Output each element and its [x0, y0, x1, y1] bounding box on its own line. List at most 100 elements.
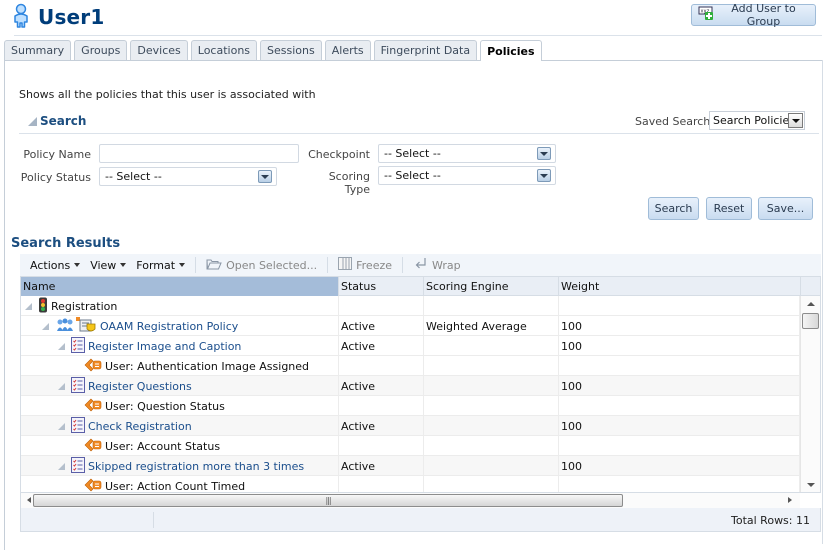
cell-scoring-engine: [424, 356, 559, 376]
table-footer: Total Rows: 11: [20, 508, 821, 532]
tab-groups[interactable]: Groups: [74, 40, 128, 60]
policy-name-input[interactable]: [99, 144, 299, 163]
scroll-left-arrow-icon[interactable]: [27, 497, 31, 503]
table-row[interactable]: Register Questions Active 100: [21, 376, 800, 396]
traffic-light-icon: [38, 297, 48, 316]
chevron-down-icon[interactable]: [258, 170, 272, 183]
table-row[interactable]: User: Account Status: [21, 436, 800, 456]
table-row[interactable]: User: Question Status: [21, 396, 800, 416]
tab-sessions[interactable]: Sessions: [260, 40, 322, 60]
row-name: User: Account Status: [105, 439, 221, 453]
scroll-up-arrow-icon[interactable]: [807, 302, 815, 306]
caret-down-icon: [120, 263, 127, 267]
collapse-triangle-icon: [28, 116, 37, 126]
horizontal-scroll-thumb[interactable]: |||: [33, 494, 623, 507]
dropdown-arrow-icon[interactable]: [788, 113, 803, 128]
tab-locations[interactable]: Locations: [190, 40, 258, 60]
table-row[interactable]: User: Action Count Timed: [21, 476, 800, 493]
row-name-link[interactable]: Check Registration: [88, 420, 192, 433]
column-header-filler: [801, 277, 820, 296]
checkpoint-select[interactable]: -- Select --: [378, 144, 556, 163]
search-results-title: Search Results: [11, 236, 121, 251]
expand-collapse-icon[interactable]: [42, 322, 49, 330]
column-header-name[interactable]: Name: [21, 277, 339, 296]
policy-icon: [55, 316, 97, 336]
tab-summary[interactable]: Summary: [4, 40, 72, 60]
expand-collapse-icon[interactable]: [25, 302, 32, 310]
cell-scoring-engine: [424, 416, 559, 436]
toolbar-separator: [327, 257, 329, 273]
results-table: Name Status Scoring Engine Weight Regist…: [20, 276, 821, 493]
freeze-button[interactable]: Freeze: [333, 257, 397, 273]
column-header-status[interactable]: Status: [339, 277, 424, 296]
cell-weight: [559, 436, 800, 456]
policy-status-value: -- Select --: [105, 170, 162, 183]
expand-collapse-icon[interactable]: [58, 382, 65, 390]
results-toolbar: Actions View Format Open Selected... Fre…: [20, 254, 821, 276]
save-button[interactable]: Save...: [758, 197, 813, 220]
saved-search-value: Search Policies: [713, 114, 795, 127]
chevron-down-icon[interactable]: [537, 147, 551, 160]
table-row[interactable]: Registration: [21, 296, 800, 316]
column-header-weight[interactable]: Weight: [559, 277, 801, 296]
scoring-type-value: -- Select --: [384, 169, 441, 182]
cell-status: Active: [339, 456, 424, 476]
table-row[interactable]: Skipped registration more than 3 times Ac…: [21, 456, 800, 476]
table-row[interactable]: Check Registration Active 100: [21, 416, 800, 436]
expand-collapse-icon[interactable]: [58, 462, 65, 470]
search-button[interactable]: Search: [648, 197, 699, 220]
add-user-to-group-button[interactable]: xyz Add User to Group: [691, 2, 816, 28]
condition-icon: [84, 398, 102, 415]
chevron-down-icon[interactable]: [537, 169, 551, 182]
search-section-toggle[interactable]: Search: [28, 114, 86, 128]
row-name-link[interactable]: Skipped registration more than 3 times: [88, 460, 304, 473]
tab-bar: Summary Groups Devices Locations Session…: [4, 40, 542, 61]
saved-search-label: Saved Search: [635, 115, 711, 128]
row-name: User: Authentication Image Assigned: [105, 359, 310, 373]
folder-open-icon: [206, 258, 222, 273]
vertical-scrollbar[interactable]: [800, 296, 820, 492]
scoring-type-label: Scoring Type: [328, 170, 370, 196]
scroll-right-arrow-icon[interactable]: [788, 497, 792, 503]
condition-icon: [84, 478, 102, 493]
cell-name: User: Question Status: [21, 396, 339, 416]
scroll-down-arrow-icon[interactable]: [807, 483, 815, 487]
view-menu[interactable]: View: [85, 259, 131, 272]
reset-button[interactable]: Reset: [706, 197, 752, 220]
cell-weight: [559, 396, 800, 416]
table-row[interactable]: User: Authentication Image Assigned: [21, 356, 800, 376]
rule-checklist-icon: [71, 336, 85, 356]
table-row[interactable]: OAAM Registration Policy Active Weighted A…: [21, 316, 800, 336]
wrap-button[interactable]: Wrap: [408, 257, 466, 273]
rule-checklist-icon: [71, 376, 85, 396]
policy-name-label: Policy Name: [23, 148, 91, 161]
actions-menu[interactable]: Actions: [20, 259, 85, 272]
cell-weight: 100: [559, 336, 800, 356]
cell-scoring-engine: [424, 456, 559, 476]
row-name-link[interactable]: OAAM Registration Policy: [100, 320, 238, 333]
format-menu[interactable]: Format: [131, 259, 190, 272]
row-name-link[interactable]: Register Image and Caption: [88, 340, 241, 353]
tab-policies[interactable]: Policies: [480, 40, 542, 61]
table-row[interactable]: Register Image and Caption Active 100: [21, 336, 800, 356]
cell-status: [339, 396, 424, 416]
open-selected-button[interactable]: Open Selected...: [201, 258, 322, 273]
column-header-scoring-engine[interactable]: Scoring Engine: [424, 277, 559, 296]
policy-status-select[interactable]: -- Select --: [99, 167, 277, 186]
cell-scoring-engine: [424, 476, 559, 492]
format-label: Format: [136, 258, 176, 272]
saved-search-select[interactable]: Search Policies: [709, 111, 805, 130]
vertical-scroll-thumb[interactable]: [802, 313, 819, 329]
expand-collapse-icon[interactable]: [58, 342, 65, 350]
tab-devices[interactable]: Devices: [130, 40, 188, 60]
scoring-type-select[interactable]: -- Select --: [378, 166, 556, 185]
tab-fingerprint-data[interactable]: Fingerprint Data: [373, 40, 478, 60]
row-name-link[interactable]: Register Questions: [88, 380, 192, 393]
freeze-label: Freeze: [356, 258, 393, 272]
expand-collapse-icon[interactable]: [58, 422, 65, 430]
panel-edge: [822, 60, 823, 544]
tab-alerts[interactable]: Alerts: [324, 40, 371, 60]
cell-name: OAAM Registration Policy: [21, 316, 339, 336]
cell-status: Active: [339, 316, 424, 336]
horizontal-scrollbar[interactable]: |||: [20, 493, 800, 508]
